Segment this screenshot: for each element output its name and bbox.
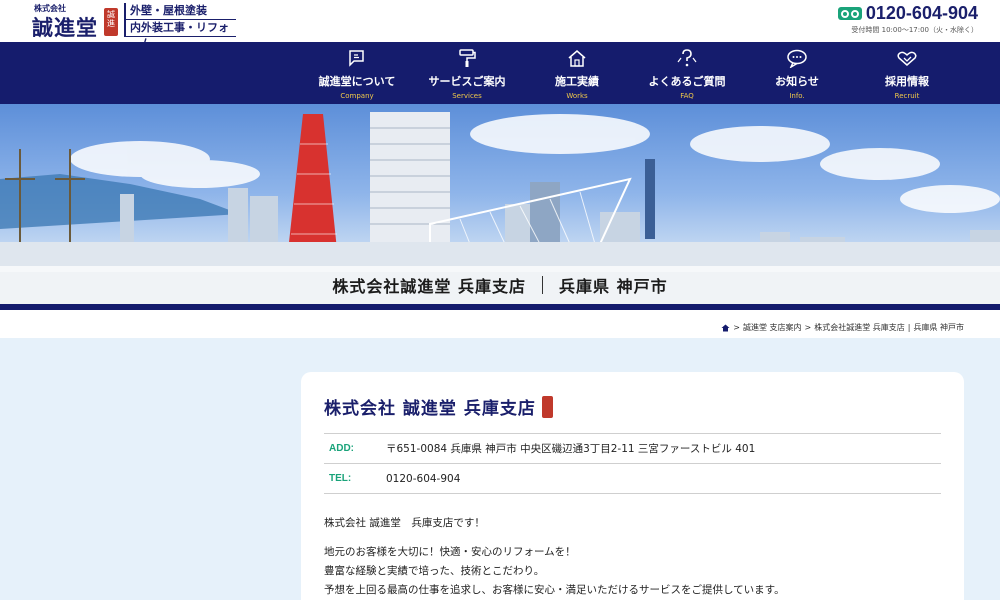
nav-sub: FAQ [680,92,694,100]
nav-item-info[interactable]: お知らせ Info. [742,42,852,104]
home-icon[interactable] [721,324,730,332]
nav-sub: Services [452,92,482,100]
branch-body-line: 予想を上回る最高の仕事を追求し、お客様に安心・満足いただけるサービスをご提供して… [324,584,785,596]
branch-info-card: 株式会社 誠進堂 兵庫支店 ADD: 〒651-0084 兵庫県 神戸市 中央区… [301,372,964,600]
paint-roller-icon [412,48,522,68]
seal-stamp-icon [541,395,553,418]
nav-label: よくあるご質問 [648,75,726,88]
branch-title-block: 株式会社 誠進堂 兵庫支店 [324,394,941,419]
branch-info-table: ADD: 〒651-0084 兵庫県 神戸市 中央区磯辺通3丁目2-11 三宮フ… [324,433,941,494]
site-logo[interactable]: 株式会社 誠進堂 誠進 [30,3,122,40]
info-value-tel[interactable]: 0120-604-904 [386,473,460,485]
nav-label: サービスご案内 [428,75,506,88]
house-icon [522,48,632,68]
hero-location: 兵庫県 神戸市 [559,277,668,296]
breadcrumb-link-branch[interactable]: 株式会社誠進堂 兵庫支店 [814,322,905,333]
info-key: ADD: [329,443,354,454]
global-nav-band: 誠進堂について Company サービスご案内 Services 施工実績 Wo… [0,42,1000,112]
hero-bottom-border [0,304,1000,310]
site-header: 株式会社 誠進堂 誠進 外壁・屋根塗装 内外装工事・リフォーム 0120-604… [0,0,1000,50]
nav-item-company[interactable]: 誠進堂について Company [302,42,412,104]
breadcrumb: > 誠進堂 支店案内 > 株式会社誠進堂 兵庫支店 | 兵庫県 神戸市 [721,322,964,333]
branch-intro: 株式会社 誠進堂 兵庫支店です！ [324,517,485,529]
nav-sub: Works [566,92,588,100]
branch-title: 株式会社 誠進堂 兵庫支店 [324,399,536,419]
global-nav: 誠進堂について Company サービスご案内 Services 施工実績 Wo… [302,42,962,104]
tagline: 外壁・屋根塗装 内外装工事・リフォーム [124,3,236,50]
logo-name-text: 誠進堂 [32,15,98,40]
nav-item-faq[interactable]: よくあるご質問 FAQ [632,42,742,104]
nav-item-services[interactable]: サービスご案内 Services [412,42,522,104]
freedial-icon [837,7,862,20]
speech-bubble-icon [742,48,852,69]
breadcrumb-link-branches[interactable]: 誠進堂 支店案内 [743,322,802,333]
info-row-address: ADD: 〒651-0084 兵庫県 神戸市 中央区磯辺通3丁目2-11 三宮フ… [324,434,941,464]
handshake-icon [852,48,962,68]
nav-sub: Recruit [894,92,920,100]
nav-sub: Info. [789,92,805,100]
nav-label: 採用情報 [885,75,929,88]
tagline-line-1: 外壁・屋根塗装 [124,3,236,20]
info-row-tel: TEL: 0120-604-904 [324,464,941,494]
nav-label: 誠進堂について [318,75,396,88]
question-icon [632,48,742,68]
tagline-line-2: 内外装工事・リフォーム [124,20,236,50]
nav-label: お知らせ [775,75,819,88]
nav-item-works[interactable]: 施工実績 Works [522,42,632,104]
branch-body-line: 豊富な経験と実績で培った、技術とこだわり。 [324,565,545,577]
hero-title: 株式会社誠進堂 兵庫支店 [332,277,526,296]
logo-seal: 誠進 [104,8,118,36]
info-key: TEL: [329,473,352,484]
flag-icon [302,48,412,68]
hero-banner: 株式会社誠進堂 兵庫支店 兵庫県 神戸市 [0,104,1000,304]
branch-body-line: 地元のお客様を大切に！快適・安心のリフォームを！ [324,546,576,558]
phone-hours: 受付時間 10:00〜17:00（火・水除く） [851,26,978,34]
breadcrumb-current: 兵庫県 神戸市 [913,323,964,332]
nav-item-recruit[interactable]: 採用情報 Recruit [852,42,962,104]
nav-label: 施工実績 [555,75,599,88]
nav-sub: Company [340,92,374,100]
header-phone[interactable]: 0120-604-904 受付時間 10:00〜17:00（火・水除く） [837,3,978,35]
hero-separator [542,276,543,294]
branch-description: 株式会社 誠進堂 兵庫支店です！ 地元のお客様を大切に！快適・安心のリフォームを… [324,514,941,600]
phone-number[interactable]: 0120-604-904 [866,3,978,24]
hero-caption: 株式会社誠進堂 兵庫支店 兵庫県 神戸市 [0,266,1000,304]
info-value-address: 〒651-0084 兵庫県 神戸市 中央区磯辺通3丁目2-11 三宮ファーストビ… [386,443,756,455]
branch-body: 地元のお客様を大切に！快適・安心のリフォームを！ 豊富な経験と実績で培った、技術… [324,543,941,600]
